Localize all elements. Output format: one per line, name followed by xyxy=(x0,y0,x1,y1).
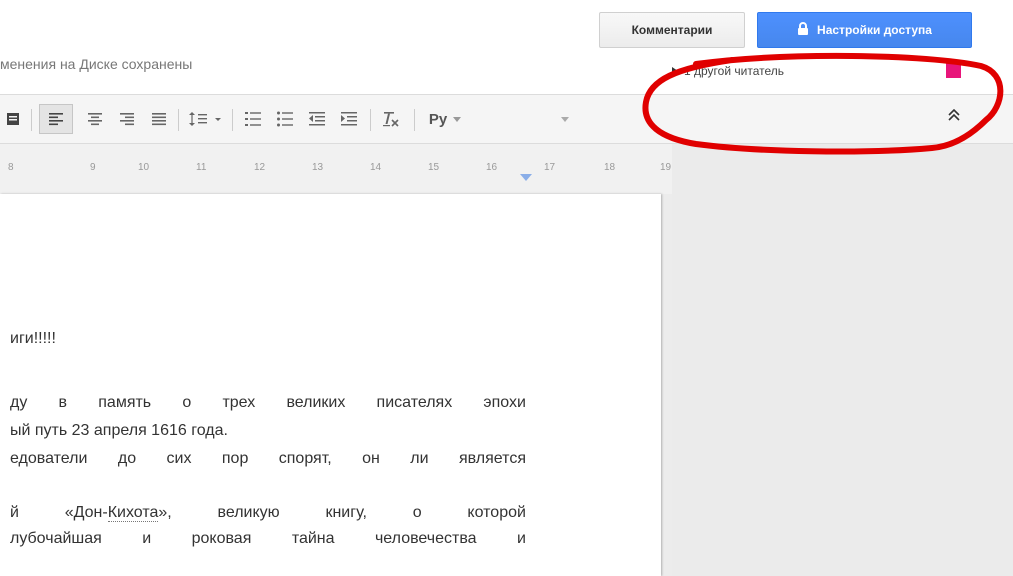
viewer-color-swatch xyxy=(946,63,961,78)
document-word: спорят, xyxy=(278,450,332,467)
comments-button-label: Комментарии xyxy=(631,23,713,37)
ruler-tick-label: 11 xyxy=(196,162,207,173)
increase-indent-icon xyxy=(341,112,357,126)
document-word: о xyxy=(412,504,422,521)
line-spacing-button[interactable] xyxy=(186,107,226,131)
align-right-icon xyxy=(120,113,134,126)
align-left-button[interactable] xyxy=(39,104,73,134)
document-word: трех xyxy=(222,394,256,411)
chevron-down-icon[interactable] xyxy=(555,107,575,131)
document-word: о xyxy=(182,394,192,411)
document-word: пор xyxy=(221,450,249,467)
lock-icon xyxy=(797,22,809,38)
share-button[interactable]: Настройки доступа xyxy=(757,12,972,48)
align-justify-icon xyxy=(152,113,166,126)
spellcheck-word[interactable]: Кихота xyxy=(107,504,159,522)
document-area: иги!!!!! ду в память о трех великих писателях э… xyxy=(0,194,672,576)
ruler-tick-label: 18 xyxy=(604,162,616,173)
ruler-tick-label: 9 xyxy=(90,162,96,173)
ruler-tick-label: 10 xyxy=(138,162,150,173)
document-word: едователи xyxy=(10,450,88,467)
document-line: ду в память о трех великих писателях эпохи xyxy=(10,394,526,412)
numbered-list-button[interactable] xyxy=(240,107,266,131)
ruler-tick-label: 13 xyxy=(312,162,324,173)
document-word: является xyxy=(459,450,526,467)
document-word: «Дон-Кихота», xyxy=(64,504,172,522)
document-word: память xyxy=(98,394,152,411)
decrease-indent-icon xyxy=(309,112,325,126)
document-word: до xyxy=(117,450,137,467)
document-word: великую xyxy=(217,504,280,521)
ruler-tick-label: 19 xyxy=(660,162,672,173)
align-left-icon xyxy=(49,113,63,126)
document-word: сих xyxy=(166,450,192,467)
align-center-icon xyxy=(88,113,102,126)
document-line: лубочайшая и роковая тайна человечества и xyxy=(10,530,526,548)
ruler[interactable]: 8 9 10 11 12 13 14 15 16 17 18 19 xyxy=(0,144,672,194)
document-word: и xyxy=(517,530,526,547)
line-spacing-icon xyxy=(189,112,221,126)
document-word: он xyxy=(362,450,380,467)
ruler-labels: 8 9 10 11 12 13 14 15 16 17 18 19 xyxy=(0,162,672,176)
input-language-label: Ру xyxy=(428,110,448,128)
document-word: человечества xyxy=(374,530,477,547)
document-word: тайна xyxy=(291,530,335,547)
align-right-button[interactable] xyxy=(114,107,140,131)
toolbar-divider xyxy=(370,109,371,131)
toolbar-divider xyxy=(178,109,179,131)
document-word: великих xyxy=(286,394,346,411)
double-chevron-up-icon xyxy=(947,108,961,124)
input-language-button[interactable]: Ру xyxy=(420,107,470,131)
document-line: ый путь 23 апреля 1616 года. xyxy=(10,422,228,439)
bulleted-list-button[interactable] xyxy=(272,107,298,131)
chevron-down-icon xyxy=(453,116,462,122)
document-word: ли xyxy=(410,450,429,467)
document-word: эпохи xyxy=(483,394,526,411)
ruler-tick-label: 8 xyxy=(8,162,14,173)
toolbar-divider xyxy=(31,109,32,131)
document-line: едователи до сих пор спорят, он ли является xyxy=(10,450,526,468)
comments-button[interactable]: Комментарии xyxy=(599,12,745,48)
ruler-tick-label: 16 xyxy=(486,162,498,173)
toolbar-divider xyxy=(232,109,233,131)
document-page[interactable]: иги!!!!! ду в память о трех великих писателях э… xyxy=(0,194,661,576)
document-line: й «Дон-Кихота», великую книгу, о которой xyxy=(10,504,526,522)
bulleted-list-icon xyxy=(277,111,293,127)
align-justify-button[interactable] xyxy=(146,107,172,131)
side-panel xyxy=(672,144,1013,576)
document-line: иги!!!!! xyxy=(10,330,56,347)
clear-formatting-button[interactable] xyxy=(378,107,404,131)
numbered-list-icon xyxy=(245,112,261,126)
triangle-right-icon xyxy=(672,64,678,78)
clear-formatting-icon xyxy=(383,112,399,127)
document-word: ду xyxy=(10,394,28,411)
ruler-tick-label: 14 xyxy=(370,162,382,173)
increase-indent-button[interactable] xyxy=(336,107,362,131)
right-indent-marker[interactable] xyxy=(520,174,532,181)
decrease-indent-button[interactable] xyxy=(304,107,330,131)
document-word: роковая xyxy=(191,530,252,547)
ruler-tick-label: 17 xyxy=(544,162,556,173)
viewers-count: 1 другой читатель xyxy=(684,64,784,78)
toolbar-divider xyxy=(414,109,415,131)
document-word: й xyxy=(10,504,19,521)
share-button-label: Настройки доступа xyxy=(817,23,932,37)
viewers-toggle[interactable]: 1 другой читатель xyxy=(672,64,784,78)
document-word: и xyxy=(142,530,152,547)
ruler-tick-label: 12 xyxy=(254,162,266,173)
format-icon[interactable] xyxy=(2,107,24,131)
ruler-tick-label: 15 xyxy=(428,162,440,173)
collapse-menus-button[interactable] xyxy=(944,106,964,126)
align-center-button[interactable] xyxy=(82,107,108,131)
save-status: менения на Диске сохранены xyxy=(0,56,193,72)
document-word: в xyxy=(58,394,68,411)
document-word: книгу, xyxy=(325,504,367,521)
toolbar: Ру xyxy=(0,94,1013,144)
document-word: лубочайшая xyxy=(10,530,102,547)
document-word: писателях xyxy=(376,394,453,411)
document-word: которой xyxy=(467,504,526,521)
